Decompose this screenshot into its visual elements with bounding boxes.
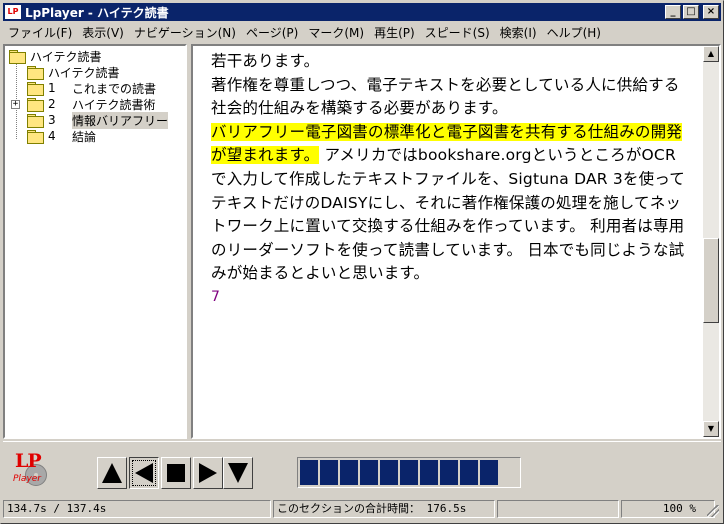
menu-play[interactable]: 再生(P) <box>369 24 420 41</box>
progress-segment <box>480 460 498 485</box>
tree-item-label: ハイテク読書 <box>48 65 120 80</box>
folder-icon <box>27 98 44 112</box>
previous-section-button[interactable] <box>97 457 127 489</box>
play-forward-button[interactable] <box>193 457 223 489</box>
stop-button[interactable] <box>161 457 191 489</box>
rewind-button[interactable] <box>129 457 159 489</box>
document-text: 若干あります。 著作権を尊重しつつ、電子テキストを必要としている人に供給する社会… <box>211 50 691 310</box>
vertical-scrollbar[interactable]: ▲ ▼ <box>703 46 719 437</box>
progress-fill <box>300 460 518 485</box>
menu-navigation[interactable]: ナビゲーション(N) <box>129 24 241 41</box>
tree-item-number: 1 <box>48 81 56 95</box>
resize-grip-icon[interactable] <box>707 505 719 517</box>
text-continuation: アメリカではbookshare.orgというところがOCRで入力して作成したテキ… <box>211 146 685 283</box>
progress-segment <box>400 460 418 485</box>
page-number: 7 <box>211 288 221 305</box>
tree-item-label: これまでの読書 <box>72 81 157 96</box>
tree-item-number: 2 <box>48 97 56 111</box>
tree-item-1[interactable]: 1 これまでの読書 <box>27 80 156 96</box>
progress-segment <box>420 460 438 485</box>
menu-page[interactable]: ページ(P) <box>241 24 303 41</box>
tree-item-2[interactable]: 2 ハイテク読書術 <box>27 96 156 112</box>
status-time: 134.7s / 137.4s <box>3 500 271 518</box>
arrow-left-icon <box>135 463 153 483</box>
folder-icon <box>27 130 44 144</box>
tree-item-4[interactable]: 4 結論 <box>27 128 96 144</box>
close-button[interactable]: × <box>703 5 719 19</box>
app-window: LP LpPlayer - ハイテク読書 _ □ × ファイル(F) 表示(V)… <box>0 0 724 524</box>
text-paragraph: バリアフリー電子図書の標準化と電子図書を共有する仕組みの開発が望まれます。 アメ… <box>211 121 691 286</box>
app-icon[interactable]: LP <box>5 5 21 19</box>
window-title: LpPlayer - ハイテク読書 <box>25 5 169 20</box>
menu-help[interactable]: ヘルプ(H) <box>542 24 606 41</box>
progress-segment <box>440 460 458 485</box>
status-zoom: 100 % <box>621 500 715 518</box>
menu-mark[interactable]: マーク(M) <box>303 24 369 41</box>
tree-item-3[interactable]: 3 情報バリアフリー <box>27 111 169 129</box>
lpplayer-logo: LP Player <box>13 450 53 490</box>
status-empty-panel <box>497 500 619 518</box>
tree-expand-toggle[interactable]: + <box>11 100 20 109</box>
progress-segment <box>300 460 318 485</box>
tree-root-label: ハイテク読書 <box>30 49 102 64</box>
progress-segment <box>340 460 358 485</box>
tree-item-label: ハイテク読書術 <box>72 97 156 112</box>
menu-search[interactable]: 検索(I) <box>495 24 542 41</box>
tree-item-label: 情報バリアフリー <box>72 111 169 129</box>
menu-file[interactable]: ファイル(F) <box>3 24 77 41</box>
arrow-down-icon <box>228 463 248 483</box>
title-bar[interactable]: LP LpPlayer - ハイテク読書 _ □ × <box>3 3 721 21</box>
scroll-down-button[interactable]: ▼ <box>703 421 719 437</box>
status-section-total: このセクションの合計時間： 176.5s <box>273 500 495 518</box>
minimize-button[interactable]: _ <box>665 5 681 19</box>
menu-view[interactable]: 表示(V) <box>77 24 129 41</box>
logo-player-text: Player <box>13 474 42 484</box>
progress-segment <box>320 460 338 485</box>
scroll-up-button[interactable]: ▲ <box>703 46 719 62</box>
tree-root[interactable]: ハイテク読書 <box>9 48 102 64</box>
playback-controls: LP Player <box>3 441 721 497</box>
progress-segment <box>360 460 378 485</box>
arrow-right-icon <box>199 463 217 483</box>
folder-icon <box>27 66 44 80</box>
text-pane[interactable]: 若干あります。 著作権を尊重しつつ、電子テキストを必要としている人に供給する社会… <box>191 44 721 439</box>
status-bar: 134.7s / 137.4s このセクションの合計時間： 176.5s 100… <box>3 499 721 519</box>
scroll-thumb[interactable] <box>703 238 719 323</box>
logo-lp-text: LP <box>15 450 42 472</box>
next-section-button[interactable] <box>223 457 253 489</box>
folder-icon <box>27 82 44 96</box>
arrow-up-icon <box>102 463 122 483</box>
tree-item-label: 結論 <box>72 129 97 144</box>
folder-icon <box>27 114 44 128</box>
stop-icon <box>167 464 185 482</box>
menu-speed[interactable]: スピード(S) <box>420 24 495 41</box>
tree-item-intro[interactable]: ハイテク読書 <box>27 64 120 80</box>
text-line: 若干あります。 <box>211 52 320 70</box>
maximize-button[interactable]: □ <box>683 5 699 19</box>
progress-segment <box>460 460 478 485</box>
menu-bar: ファイル(F) 表示(V) ナビゲーション(N) ページ(P) マーク(M) 再… <box>3 22 721 42</box>
progress-segment <box>380 460 398 485</box>
text-paragraph: 著作権を尊重しつつ、電子テキストを必要としている人に供給する社会的仕組みを構築す… <box>211 75 680 118</box>
folder-icon <box>9 50 26 64</box>
tree-item-number: 4 <box>48 129 56 143</box>
playback-progress-bar <box>297 457 521 488</box>
section-tree[interactable]: ハイテク読書 ハイテク読書 1 これまでの読書 + 2 ハイテク読書術 3 情報… <box>3 44 187 439</box>
tree-item-number: 3 <box>48 113 56 127</box>
